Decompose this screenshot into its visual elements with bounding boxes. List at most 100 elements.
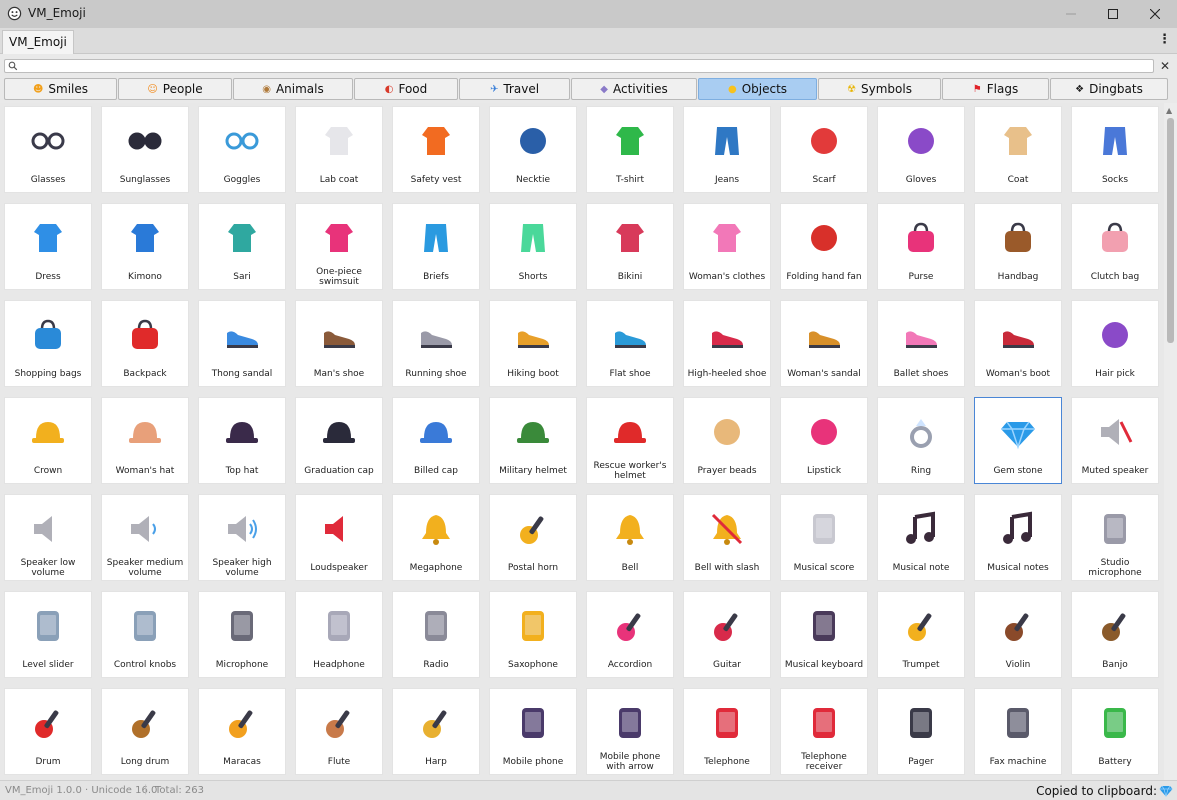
emoji-cell[interactable]: Mobile phone <box>489 688 577 775</box>
emoji-cell[interactable]: Speaker low volume <box>4 494 92 581</box>
category-tab-objects[interactable]: ● Objects <box>698 78 817 100</box>
category-tab-flags[interactable]: ⚑ Flags <box>942 78 1049 100</box>
emoji-cell[interactable]: Sunglasses <box>101 106 189 193</box>
emoji-cell[interactable]: Long drum <box>101 688 189 775</box>
emoji-cell[interactable]: Guitar <box>683 591 771 678</box>
emoji-cell[interactable]: Woman's boot <box>974 300 1062 387</box>
minimize-button[interactable] <box>1048 0 1094 28</box>
emoji-cell[interactable]: Crown <box>4 397 92 484</box>
emoji-cell[interactable]: T-shirt <box>586 106 674 193</box>
maximize-button[interactable] <box>1090 0 1136 28</box>
emoji-cell[interactable]: Drum <box>4 688 92 775</box>
emoji-cell[interactable]: Radio <box>392 591 480 678</box>
emoji-cell[interactable]: Dress <box>4 203 92 290</box>
category-tab-symbols[interactable]: ☢ Symbols <box>818 78 941 100</box>
emoji-cell[interactable]: Speaker medium volume <box>101 494 189 581</box>
emoji-cell[interactable]: Bikini <box>586 203 674 290</box>
emoji-cell[interactable]: Maracas <box>198 688 286 775</box>
emoji-cell[interactable]: Coat <box>974 106 1062 193</box>
emoji-cell[interactable]: Woman's hat <box>101 397 189 484</box>
emoji-cell[interactable]: Shopping bags <box>4 300 92 387</box>
emoji-cell[interactable]: Battery <box>1071 688 1159 775</box>
emoji-cell[interactable]: One-piece swimsuit <box>295 203 383 290</box>
scrollbar-thumb[interactable] <box>1167 118 1174 343</box>
emoji-cell[interactable]: Running shoe <box>392 300 480 387</box>
emoji-cell[interactable]: Bell <box>586 494 674 581</box>
emoji-cell[interactable]: Banjo <box>1071 591 1159 678</box>
emoji-cell[interactable]: Microphone <box>198 591 286 678</box>
emoji-cell[interactable]: Headphone <box>295 591 383 678</box>
emoji-cell[interactable]: Folding hand fan <box>780 203 868 290</box>
emoji-cell[interactable]: Prayer beads <box>683 397 771 484</box>
emoji-cell[interactable]: Studio microphone <box>1071 494 1159 581</box>
emoji-cell[interactable]: Harp <box>392 688 480 775</box>
document-tab[interactable]: VM_Emoji <box>2 30 74 54</box>
emoji-cell[interactable]: Accordion <box>586 591 674 678</box>
emoji-cell[interactable]: Rescue worker's helmet <box>586 397 674 484</box>
emoji-cell[interactable]: Gloves <box>877 106 965 193</box>
more-options-icon[interactable]: ⋮ <box>1158 32 1171 47</box>
category-tab-travel[interactable]: ✈ Travel <box>459 78 570 100</box>
emoji-cell[interactable]: Loudspeaker <box>295 494 383 581</box>
emoji-cell[interactable]: Speaker high volume <box>198 494 286 581</box>
emoji-cell[interactable]: Mobile phone with arrow <box>586 688 674 775</box>
emoji-cell[interactable]: Backpack <box>101 300 189 387</box>
emoji-cell[interactable]: Socks <box>1071 106 1159 193</box>
emoji-cell[interactable]: Musical note <box>877 494 965 581</box>
emoji-cell[interactable]: Level slider <box>4 591 92 678</box>
emoji-cell[interactable]: Trumpet <box>877 591 965 678</box>
emoji-cell[interactable]: Musical score <box>780 494 868 581</box>
emoji-cell[interactable]: Ballet shoes <box>877 300 965 387</box>
emoji-cell[interactable]: Woman's sandal <box>780 300 868 387</box>
emoji-cell[interactable]: Musical keyboard <box>780 591 868 678</box>
emoji-cell[interactable]: Military helmet <box>489 397 577 484</box>
emoji-cell[interactable]: Shorts <box>489 203 577 290</box>
emoji-cell[interactable]: Jeans <box>683 106 771 193</box>
emoji-cell[interactable]: Fax machine <box>974 688 1062 775</box>
vertical-scrollbar[interactable]: ▲ <box>1164 103 1177 780</box>
emoji-cell[interactable]: Clutch bag <box>1071 203 1159 290</box>
emoji-cell[interactable]: Bell with slash <box>683 494 771 581</box>
emoji-cell[interactable]: Graduation cap <box>295 397 383 484</box>
scroll-up-icon[interactable]: ▲ <box>1166 106 1172 115</box>
emoji-cell[interactable]: Sari <box>198 203 286 290</box>
emoji-cell[interactable]: Flat shoe <box>586 300 674 387</box>
category-tab-dingbats[interactable]: ❖ Dingbats <box>1050 78 1168 100</box>
emoji-cell[interactable]: Kimono <box>101 203 189 290</box>
category-tab-smiles[interactable]: ☻ Smiles <box>4 78 117 100</box>
emoji-cell[interactable]: Handbag <box>974 203 1062 290</box>
emoji-cell[interactable]: Top hat <box>198 397 286 484</box>
search-input[interactable] <box>21 60 1141 72</box>
emoji-cell[interactable]: Saxophone <box>489 591 577 678</box>
emoji-cell[interactable]: Pager <box>877 688 965 775</box>
emoji-cell[interactable]: Billed cap <box>392 397 480 484</box>
emoji-cell[interactable]: Hair pick <box>1071 300 1159 387</box>
emoji-cell[interactable]: Hiking boot <box>489 300 577 387</box>
emoji-cell[interactable]: Flute <box>295 688 383 775</box>
emoji-cell[interactable]: Musical notes <box>974 494 1062 581</box>
emoji-cell[interactable]: Lab coat <box>295 106 383 193</box>
emoji-cell[interactable]: Gem stone <box>974 397 1062 484</box>
emoji-cell[interactable]: Scarf <box>780 106 868 193</box>
clear-search-icon[interactable]: ✕ <box>1158 59 1172 73</box>
emoji-cell[interactable]: Muted speaker <box>1071 397 1159 484</box>
emoji-cell[interactable]: Necktie <box>489 106 577 193</box>
emoji-cell[interactable]: Glasses <box>4 106 92 193</box>
emoji-cell[interactable]: Ring <box>877 397 965 484</box>
emoji-cell[interactable]: Telephone <box>683 688 771 775</box>
emoji-cell[interactable]: Violin <box>974 591 1062 678</box>
emoji-cell[interactable]: Goggles <box>198 106 286 193</box>
emoji-cell[interactable]: Control knobs <box>101 591 189 678</box>
emoji-cell[interactable]: Megaphone <box>392 494 480 581</box>
emoji-cell[interactable]: Postal horn <box>489 494 577 581</box>
close-button[interactable] <box>1132 0 1177 28</box>
category-tab-animals[interactable]: ◉ Animals <box>233 78 353 100</box>
emoji-cell[interactable]: Briefs <box>392 203 480 290</box>
emoji-cell[interactable]: Thong sandal <box>198 300 286 387</box>
emoji-cell[interactable]: Woman's clothes <box>683 203 771 290</box>
category-tab-food[interactable]: ◐ Food <box>354 78 458 100</box>
emoji-cell[interactable]: Lipstick <box>780 397 868 484</box>
emoji-cell[interactable]: High-heeled shoe <box>683 300 771 387</box>
emoji-cell[interactable]: Safety vest <box>392 106 480 193</box>
search-box[interactable] <box>4 59 1154 73</box>
